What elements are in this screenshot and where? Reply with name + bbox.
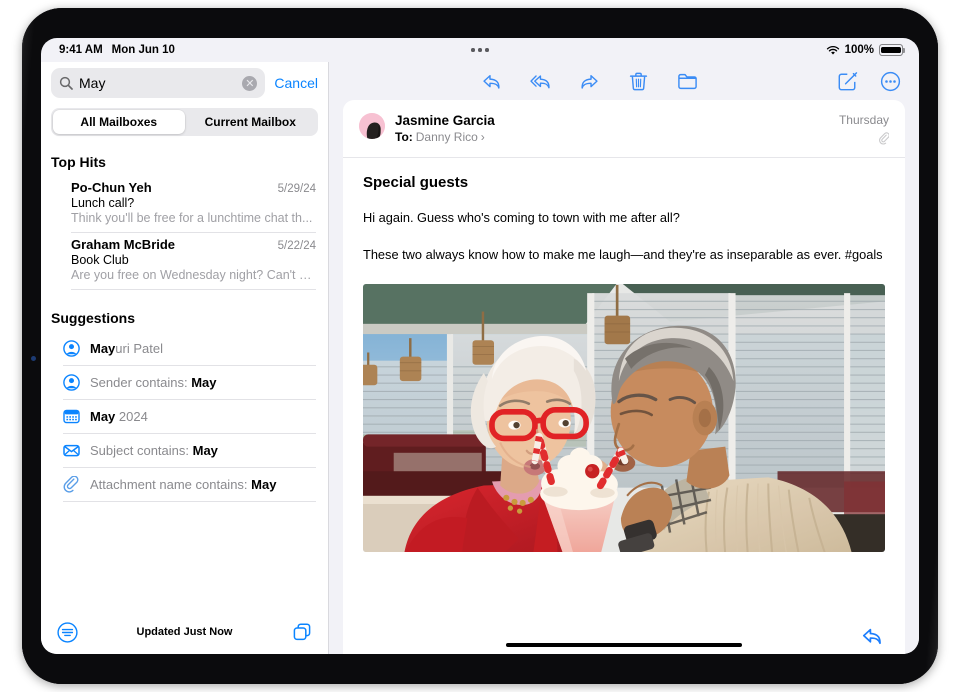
folder-icon[interactable] [677, 71, 698, 92]
filter-lines-circle-icon[interactable] [57, 622, 78, 643]
suggestion-bold-part: May [90, 341, 115, 356]
suggestion-bold-part: May [90, 409, 115, 424]
to-label: To: [395, 130, 413, 144]
suggestions-header: Suggestions [41, 304, 328, 332]
hit-subject: Lunch call? [71, 196, 316, 210]
recipient-name: Danny Rico [416, 130, 478, 144]
mail-sidebar: May ✕ Cancel All Mailboxes Current Mailb… [41, 62, 329, 654]
diner-couple-photo [363, 284, 885, 552]
message-photo-attachment[interactable] [363, 284, 885, 552]
ipad-device-frame: 9:41 AM Mon Jun 10 100% [22, 8, 938, 684]
search-input-value: May [79, 76, 236, 90]
sidebar-bottom-toolbar: Updated Just Now [41, 610, 328, 654]
divider [63, 501, 316, 502]
suggestion-label: Subject contains: May [90, 443, 218, 458]
battery-icon [879, 44, 903, 56]
status-bar-center [41, 48, 919, 52]
search-icon [59, 76, 73, 90]
status-bar-right: 100% [826, 44, 903, 56]
message-meta: Thursday [839, 113, 889, 145]
camera-indicator-dot [31, 356, 36, 361]
hit-date: 5/29/24 [278, 183, 316, 195]
search-input[interactable]: May ✕ [51, 68, 265, 98]
multitasking-dots-icon[interactable] [471, 48, 489, 52]
search-row: May ✕ Cancel [41, 62, 328, 98]
suggestion-plain-part: 2024 [115, 409, 148, 424]
message-card: Jasmine Garcia To: Danny Rico › Thursday [343, 100, 905, 618]
hit-preview: Are you free on Wednesday night? Can't w… [71, 268, 316, 282]
suggestion-plain-part: uri Patel [115, 341, 163, 356]
suggestion-bold-part: May [191, 375, 216, 390]
home-indicator [506, 643, 742, 648]
scope-all-mailboxes[interactable]: All Mailboxes [53, 110, 185, 134]
list-item[interactable]: May 2024 [41, 400, 328, 433]
battery-percent-label: 100% [845, 44, 874, 56]
divider [71, 289, 316, 290]
message-paragraph: Hi again. Guess who's coming to town wit… [363, 209, 885, 228]
suggestion-bold-part: May [193, 443, 218, 458]
hit-preview: Think you'll be free for a lunchtime cha… [71, 211, 316, 225]
forward-arrow-icon[interactable] [579, 71, 600, 92]
status-bar: 9:41 AM Mon Jun 10 100% [41, 38, 919, 62]
clear-search-icon[interactable]: ✕ [242, 76, 257, 91]
message-sender: Jasmine Garcia [395, 113, 839, 128]
message-toolbar [329, 62, 919, 100]
hit-subject: Book Club [71, 253, 316, 267]
message-detail-pane: Jasmine Garcia To: Danny Rico › Thursday [329, 62, 919, 654]
message-right-actions [837, 71, 901, 92]
message-header[interactable]: Jasmine Garcia To: Danny Rico › Thursday [343, 100, 905, 157]
message-date: Thursday [839, 113, 889, 127]
hit-sender: Graham McBride [71, 237, 278, 252]
split-view: May ✕ Cancel All Mailboxes Current Mailb… [41, 62, 919, 654]
reply-all-arrow-icon[interactable] [530, 71, 551, 92]
list-item[interactable]: Sender contains: May [41, 366, 328, 399]
top-hits-header: Top Hits [41, 148, 328, 176]
message-body: Special guests Hi again. Guess who's com… [343, 158, 905, 618]
suggestion-plain-part: Attachment name contains: [90, 477, 251, 492]
search-results-list: Top Hits Po-Chun Yeh 5/29/24 Lunch call?… [41, 136, 328, 610]
hit-date: 5/22/24 [278, 240, 316, 252]
trash-icon[interactable] [628, 71, 649, 92]
message-recipients[interactable]: To: Danny Rico › [395, 130, 839, 144]
wifi-icon [826, 45, 840, 56]
cancel-search-button[interactable]: Cancel [274, 75, 318, 91]
table-row[interactable]: Po-Chun Yeh 5/29/24 Lunch call? Think yo… [41, 176, 328, 232]
list-item[interactable]: Mayuri Patel [41, 332, 328, 365]
paperclip-icon [63, 476, 80, 493]
avatar [359, 113, 385, 139]
envelope-icon [63, 442, 80, 459]
table-row[interactable]: Graham McBride 5/22/24 Book Club Are you… [41, 233, 328, 289]
suggestion-label: Attachment name contains: May [90, 477, 276, 492]
suggestion-bold-part: May [251, 477, 276, 492]
mailbox-update-status: Updated Just Now [41, 626, 328, 638]
scope-current-mailbox[interactable]: Current Mailbox [185, 110, 317, 134]
mailbox-scope-segmented-control[interactable]: All Mailboxes Current Mailbox [51, 108, 318, 136]
reply-arrow-icon[interactable] [481, 71, 502, 92]
message-paragraph: These two always know how to make me lau… [363, 246, 885, 265]
chevron-right-icon: › [481, 130, 485, 144]
message-subject: Special guests [363, 174, 885, 191]
reply-arrow-icon[interactable] [861, 625, 883, 647]
calendar-icon [63, 408, 80, 425]
suggestion-label: May 2024 [90, 409, 148, 424]
message-bottom-bar [343, 618, 905, 654]
more-ellipsis-circle-icon[interactable] [880, 71, 901, 92]
person-circle-icon [63, 340, 80, 357]
suggestion-plain-part: Subject contains: [90, 443, 193, 458]
new-window-icon[interactable] [292, 622, 312, 642]
suggestion-plain-part: Sender contains: [90, 375, 191, 390]
list-item[interactable]: Subject contains: May [41, 434, 328, 467]
message-actions-group [329, 71, 849, 92]
list-item[interactable]: Attachment name contains: May [41, 468, 328, 501]
ipad-screen: 9:41 AM Mon Jun 10 100% [41, 38, 919, 654]
suggestion-label: Mayuri Patel [90, 341, 163, 356]
hit-sender: Po-Chun Yeh [71, 180, 278, 195]
compose-pencil-icon[interactable] [837, 71, 858, 92]
paperclip-icon [878, 132, 889, 145]
suggestion-label: Sender contains: May [90, 375, 216, 390]
person-circle-icon [63, 374, 80, 391]
message-header-text: Jasmine Garcia To: Danny Rico › [395, 113, 839, 144]
